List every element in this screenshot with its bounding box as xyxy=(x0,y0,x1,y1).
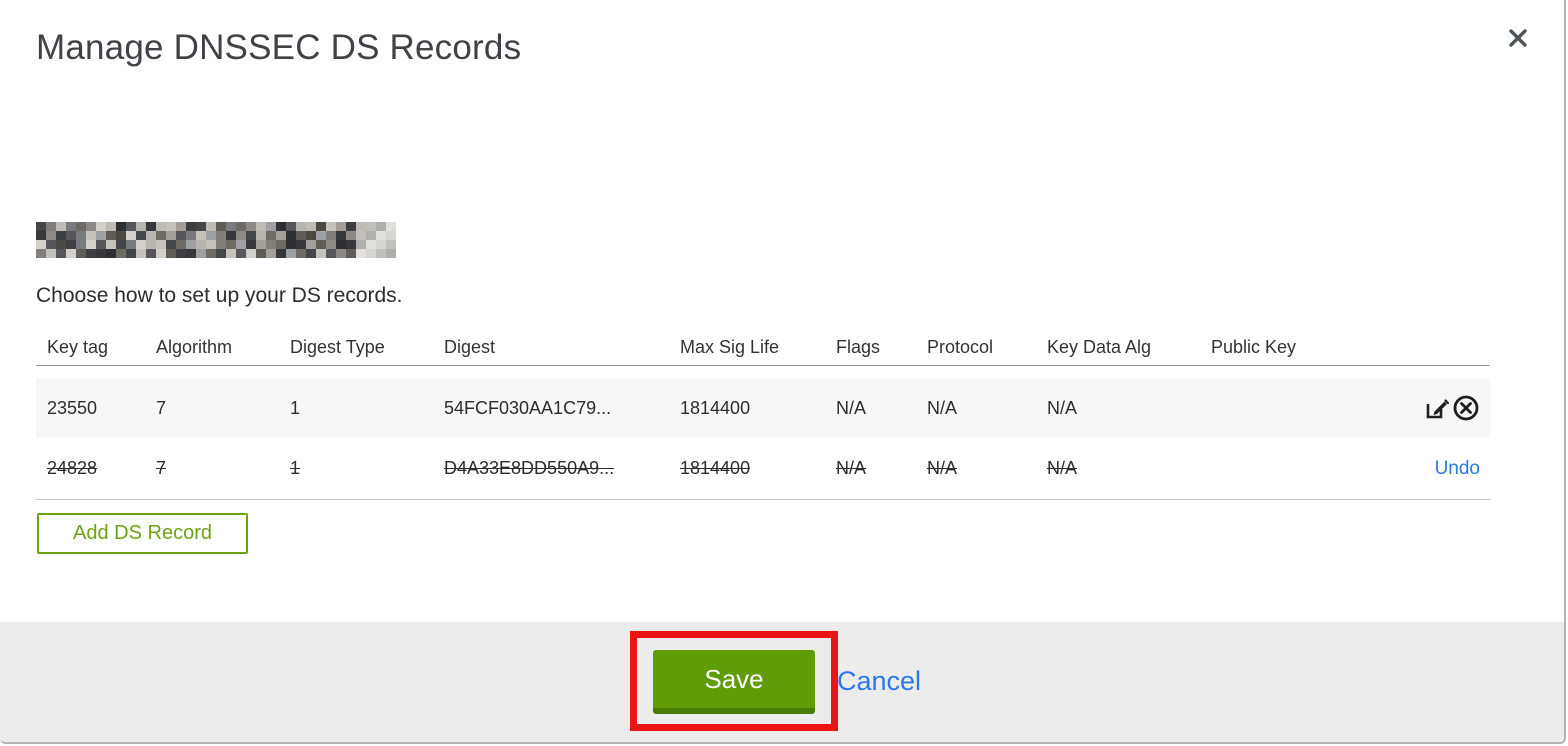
column-header-flags: Flags xyxy=(836,337,881,357)
add-ds-record-button[interactable]: Add DS Record xyxy=(37,513,248,554)
cell-key-tag: 23550 xyxy=(47,397,98,418)
cell-algorithm: 7 xyxy=(156,397,167,418)
table-spacer xyxy=(36,366,1490,378)
instructions-text: Choose how to set up your DS records. xyxy=(36,284,403,307)
ds-records-table: Key tag Algorithm Digest Type Digest Max… xyxy=(36,330,1490,500)
cell-digest: 54FCF030AA1C79... xyxy=(444,397,612,418)
column-header-key-data-alg: Key Data Alg xyxy=(1047,337,1152,357)
cell-key-tag: 24828 xyxy=(47,458,98,478)
cell-max-sig-life: 1814400 xyxy=(680,458,751,478)
cell-algorithm: 7 xyxy=(156,458,167,478)
table-header-row: Key tag Algorithm Digest Type Digest Max… xyxy=(36,330,1490,366)
manage-dnssec-ds-records-dialog: Manage DNSSEC DS Records Choose how to s… xyxy=(0,0,1566,744)
cell-key-data-alg: N/A xyxy=(1047,397,1078,418)
cell-actions: Undo xyxy=(1211,458,1490,480)
close-icon xyxy=(1509,29,1527,47)
edit-record-button[interactable] xyxy=(1422,394,1450,422)
save-button[interactable]: Save xyxy=(653,650,815,714)
column-header-algorithm: Algorithm xyxy=(156,337,233,357)
column-header-protocol: Protocol xyxy=(927,337,994,357)
column-header-key-tag: Key tag xyxy=(47,337,109,357)
column-header-public-key: Public Key xyxy=(1211,337,1297,357)
column-header-max-sig-life: Max Sig Life xyxy=(680,337,780,357)
cell-flags: N/A xyxy=(836,397,867,418)
cell-digest-type: 1 xyxy=(290,397,301,418)
close-button[interactable] xyxy=(1500,20,1536,56)
cancel-link[interactable]: Cancel xyxy=(837,666,921,697)
cell-protocol: N/A xyxy=(927,397,958,418)
edit-icon xyxy=(1426,398,1449,418)
cell-protocol: N/A xyxy=(927,458,958,478)
table-row: 23550 7 1 54FCF030AA1C79... 1814400 N/A … xyxy=(36,378,1490,438)
delete-record-button[interactable] xyxy=(1452,394,1480,422)
cell-flags: N/A xyxy=(836,458,867,478)
redacted-domain-name xyxy=(36,222,396,258)
cell-digest: D4A33E8DD550A9... xyxy=(444,458,615,478)
cell-key-data-alg: N/A xyxy=(1047,458,1078,478)
table-row-deleted: 24828 7 1 D4A33E8DD550A9... 1814400 N/A … xyxy=(36,438,1490,500)
undo-delete-link[interactable]: Undo xyxy=(1435,458,1480,480)
cell-actions xyxy=(1211,394,1490,422)
cell-max-sig-life: 1814400 xyxy=(680,397,751,418)
page-title: Manage DNSSEC DS Records xyxy=(36,28,522,67)
delete-x-circle-icon xyxy=(1453,395,1479,421)
cell-digest-type: 1 xyxy=(290,458,301,478)
column-header-digest: Digest xyxy=(444,337,496,357)
column-header-digest-type: Digest Type xyxy=(290,337,385,357)
